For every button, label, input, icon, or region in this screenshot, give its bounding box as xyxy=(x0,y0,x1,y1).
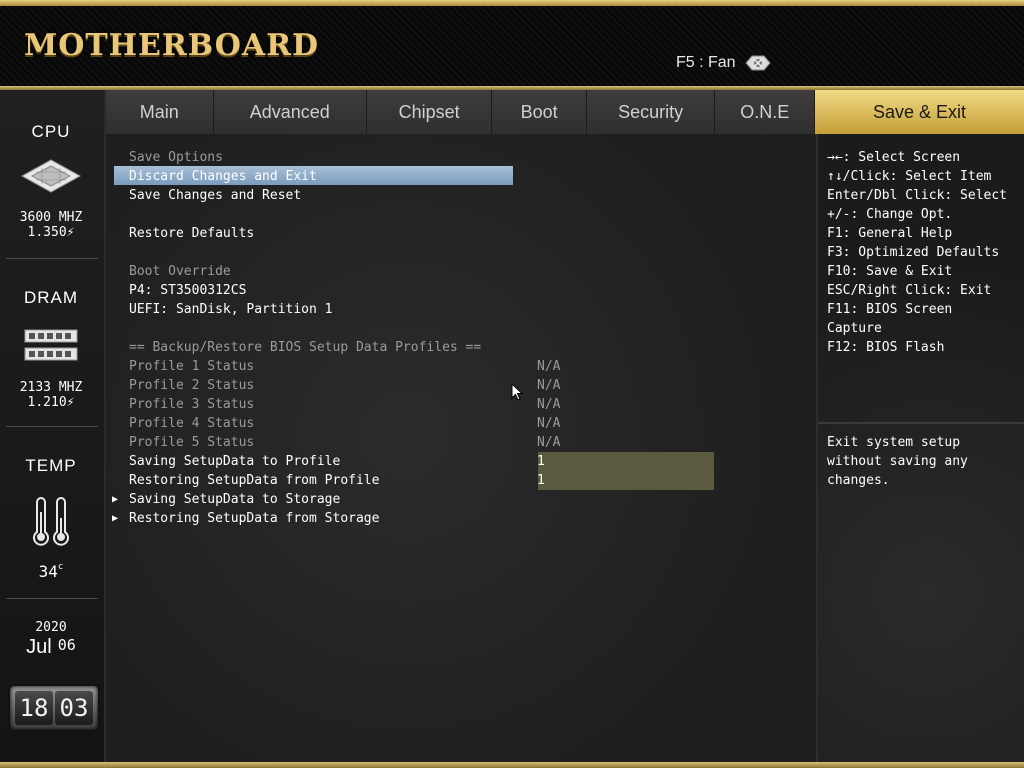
backup-restore-header: == Backup/Restore BIOS Setup Data Profil… xyxy=(129,340,482,355)
restoring-setupdata-from-profile-item[interactable]: Restoring SetupData from Profile xyxy=(129,471,379,490)
cpu-voltage: 1.350⚡ xyxy=(27,225,75,240)
saving-setupdata-to-profile-item[interactable]: Saving SetupData to Profile xyxy=(129,452,340,471)
save-options-header: Save Options xyxy=(129,150,223,165)
thermometer-icon xyxy=(33,497,69,546)
profile-status-value: N/A xyxy=(537,378,561,393)
help-key: F3: Optimized Defaults xyxy=(827,245,1000,260)
help-divider xyxy=(818,422,1024,424)
help-panel: →←: Select Screen ↑↓/Click: Select Item … xyxy=(816,134,1024,762)
tab-boot[interactable]: Boot xyxy=(492,90,587,134)
main-panel: Save Options Discard Changes and Exit Sa… xyxy=(106,134,814,762)
help-description: Exit system setup xyxy=(827,435,961,450)
bottom-border xyxy=(0,762,1024,768)
help-key: F11: BIOS Screen xyxy=(827,302,953,317)
date-month: Jul xyxy=(26,636,52,658)
clock-hours: 18 xyxy=(15,691,53,725)
restoring-profile-value[interactable]: 1 xyxy=(537,471,545,490)
brand-logo: MOTHERBOARD xyxy=(24,28,320,63)
temp-title: TEMP xyxy=(25,456,77,475)
saving-profile-value-box[interactable] xyxy=(538,452,714,471)
help-description: without saving any xyxy=(827,454,968,469)
save-changes-reset-item[interactable]: Save Changes and Reset xyxy=(129,186,301,205)
profile-status-label: Profile 3 Status xyxy=(129,397,255,412)
help-key: →←: Select Screen xyxy=(827,150,961,165)
date-year: 2020 xyxy=(35,620,67,635)
date-day: 06 xyxy=(57,636,76,654)
cpu-icon xyxy=(20,159,82,193)
tab-one[interactable]: O.N.E xyxy=(715,90,814,134)
profile-status-value: N/A xyxy=(537,416,561,431)
fan-hint-label: F5 : Fan xyxy=(676,54,736,71)
help-key: Enter/Dbl Click: Select xyxy=(827,188,1008,203)
tab-bar: Main Advanced Chipset Boot Security O.N.… xyxy=(106,90,814,134)
profile-status-value: N/A xyxy=(537,435,561,450)
help-description: changes. xyxy=(827,473,890,488)
profile-status-label: Profile 1 Status xyxy=(129,359,255,374)
dram-icon xyxy=(24,329,78,361)
submenu-arrow-icon: ▶ xyxy=(112,494,119,505)
restoring-profile-value-box[interactable] xyxy=(538,471,714,490)
fan-hint[interactable]: F5 : Fan xyxy=(676,54,772,72)
mouse-cursor-icon xyxy=(511,383,523,401)
discard-changes-exit-item[interactable]: Discard Changes and Exit xyxy=(129,167,317,186)
restoring-setupdata-from-storage-item[interactable]: Restoring SetupData from Storage xyxy=(129,509,379,528)
header: MOTHERBOARD F5 : Fan xyxy=(0,6,1024,86)
help-key: ESC/Right Click: Exit xyxy=(827,283,992,298)
restore-defaults-item[interactable]: Restore Defaults xyxy=(129,224,254,243)
profile-status-value: N/A xyxy=(537,397,561,412)
clock: 18 03 xyxy=(8,684,100,732)
dram-title: DRAM xyxy=(23,288,79,307)
boot-override-header: Boot Override xyxy=(129,264,231,279)
saving-setupdata-to-storage-item[interactable]: Saving SetupData to Storage xyxy=(129,490,340,509)
fan-icon xyxy=(744,55,771,71)
saving-profile-value[interactable]: 1 xyxy=(537,452,545,471)
tab-save-exit[interactable]: Save & Exit xyxy=(815,90,1024,134)
profile-status-value: N/A xyxy=(537,359,561,374)
help-key: Capture xyxy=(827,321,882,336)
tab-main[interactable]: Main xyxy=(106,90,214,134)
dram-frequency: 2133 MHZ xyxy=(19,380,83,395)
submenu-arrow-icon: ▶ xyxy=(112,513,119,524)
temp-value: 34c xyxy=(38,562,64,581)
help-key: F10: Save & Exit xyxy=(827,264,953,279)
status-sidebar: CPU 3600 MHZ 1.350⚡ DRAM 2133 MHZ 1.210⚡… xyxy=(0,90,106,762)
profile-status-label: Profile 4 Status xyxy=(129,416,255,431)
profile-status-label: Profile 5 Status xyxy=(129,435,255,450)
sidebar-divider xyxy=(6,426,98,427)
sidebar-divider xyxy=(6,598,98,599)
date: Jul 06 xyxy=(0,636,102,659)
tab-advanced[interactable]: Advanced xyxy=(214,90,367,134)
voltage-icon: ⚡ xyxy=(66,225,75,240)
sidebar-divider xyxy=(6,258,98,259)
tab-chipset[interactable]: Chipset xyxy=(367,90,493,134)
clock-minutes: 03 xyxy=(55,691,93,725)
help-key: +/-: Change Opt. xyxy=(827,207,953,222)
help-key: ↑↓/Click: Select Item xyxy=(827,169,992,184)
cpu-title: CPU xyxy=(31,122,71,141)
voltage-icon: ⚡ xyxy=(66,395,75,410)
boot-override-p4[interactable]: P4: ST3500312CS xyxy=(129,281,246,300)
help-key: F1: General Help xyxy=(827,226,953,241)
dram-voltage: 1.210⚡ xyxy=(27,395,75,410)
boot-override-uefi[interactable]: UEFI: SanDisk, Partition 1 xyxy=(129,300,333,319)
profile-status-label: Profile 2 Status xyxy=(129,378,255,393)
cpu-frequency: 3600 MHZ xyxy=(19,210,83,225)
help-key: F12: BIOS Flash xyxy=(827,340,945,355)
tab-security[interactable]: Security xyxy=(587,90,716,134)
